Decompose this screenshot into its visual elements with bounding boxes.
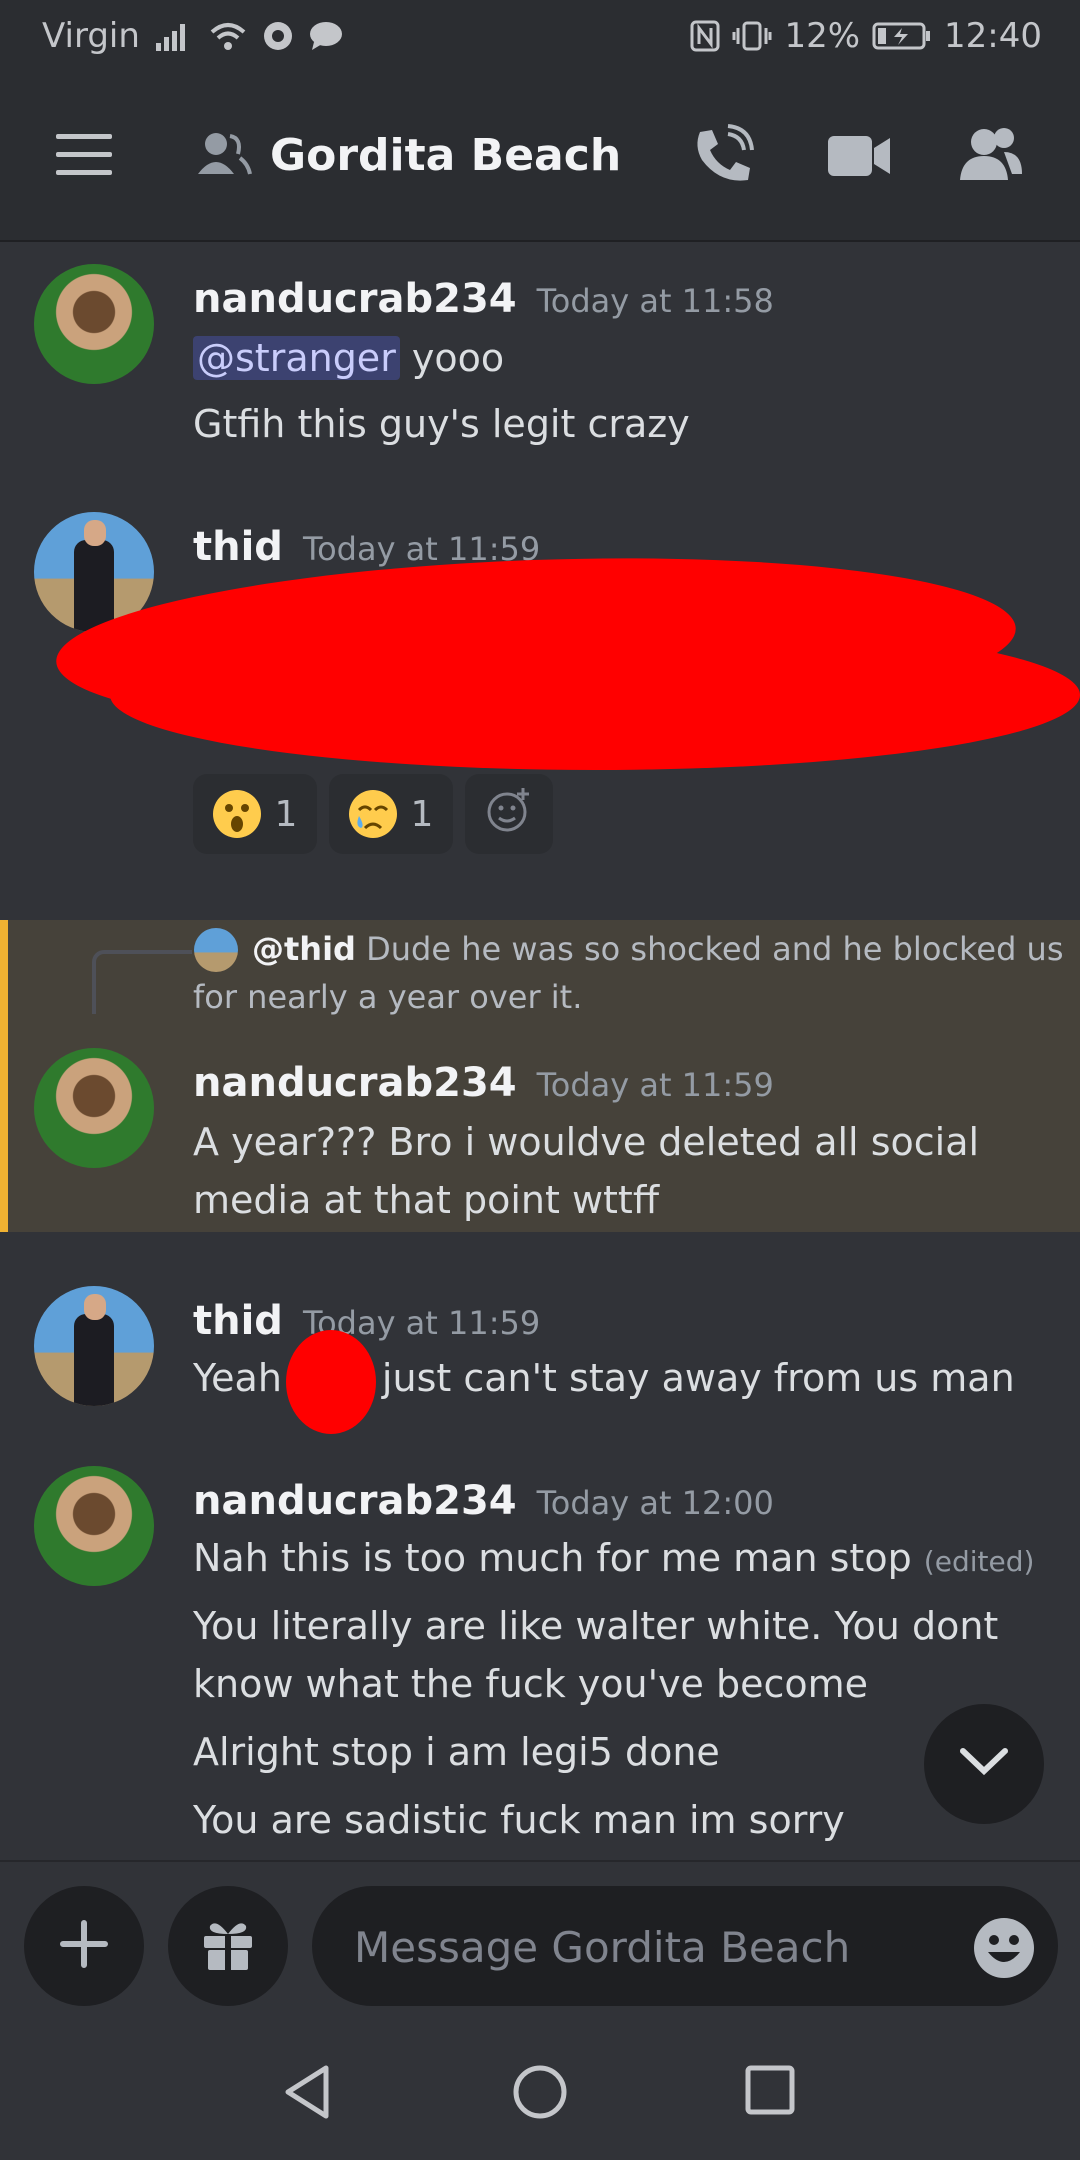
reaction-crying[interactable]: 1 [329,774,453,854]
reply-preview-line: for nearly a year over it. [193,978,583,1016]
reaction-count: 1 [274,793,298,835]
signal-icon [154,21,194,51]
user-mention[interactable]: @stranger [193,336,400,380]
reply-preview[interactable]: @thid Dude he was so shocked and he bloc… [252,930,1064,968]
edited-label: (edited) [923,1545,1035,1578]
message-text: Alright stop i am legi5 done [193,1730,720,1774]
channel-title: Gordita Beach [270,130,622,181]
message-username[interactable]: thid Today at 11:59 [193,1298,540,1344]
message-text: A year??? Bro i wouldve deleted all soci… [193,1120,980,1164]
chrome-icon [262,20,294,52]
message-text: You literally are like walter white. You… [193,1604,999,1648]
chat-notification-icon [308,20,344,52]
reply-connector [92,950,192,1014]
gift-icon [198,1916,258,1976]
message-username[interactable]: nanducrab234 Today at 12:00 [193,1478,774,1524]
message-text: media at that point wttff [193,1178,660,1222]
status-bar: Virgin 12% 12:40 [0,0,1080,72]
back-icon[interactable] [282,2064,332,2124]
avatar[interactable] [34,1048,154,1168]
reply-avatar[interactable] [194,928,238,972]
wifi-icon [208,20,248,52]
avatar[interactable] [34,264,154,384]
call-icon[interactable] [690,124,756,192]
message-username[interactable]: nanducrab234 Today at 11:58 [193,276,774,322]
battery-percent: 12% [784,16,861,56]
recents-icon[interactable] [744,2064,796,2120]
message-timestamp: Today at 12:00 [536,1484,774,1522]
reaction-astonished[interactable]: 1 [193,774,317,854]
video-icon[interactable] [826,124,892,192]
message-input-container[interactable] [312,1886,1058,2006]
message-text: know what the fuck you've become [193,1662,869,1706]
nfc-icon [690,20,720,52]
message-text: Nah this is too much for me man stop (ed… [193,1536,1035,1580]
carrier-label: Virgin [42,16,140,56]
plus-icon [59,1919,109,1973]
jump-to-present-button[interactable] [924,1704,1044,1824]
vibrate-icon [732,20,772,52]
reaction-count: 1 [410,793,434,835]
message-list[interactable]: nanducrab234 Today at 11:58 @stranger yoo… [0,240,1080,1860]
redaction-mark [110,620,1080,770]
crying-face-icon [348,790,397,838]
gift-button[interactable] [168,1886,288,2006]
members-icon[interactable] [958,124,1024,192]
battery-icon [872,21,932,51]
redaction-mark [286,1330,376,1434]
message-text: You are sadistic fuck man im sorry [193,1798,845,1842]
add-reaction-icon [485,786,533,843]
avatar[interactable] [34,1286,154,1406]
channel-header: Gordita Beach [0,72,1080,242]
android-nav-bar [0,2020,1080,2160]
astonished-face-icon [212,790,261,838]
message-text: @stranger yooo [193,336,504,380]
emoji-icon[interactable] [972,1916,1036,1984]
add-reaction-button[interactable] [465,774,553,854]
message-timestamp: Today at 11:58 [536,282,774,320]
avatar[interactable] [34,1466,154,1586]
message-timestamp: Today at 11:59 [536,1066,774,1104]
hamburger-icon[interactable] [56,134,112,178]
message-text: Gtfih this guy's legit crazy [193,402,690,446]
message-input[interactable] [352,1916,916,1978]
home-icon[interactable] [512,2064,568,2124]
group-dm-icon [196,130,252,182]
clock: 12:40 [944,16,1042,56]
chevron-down-icon [959,1747,1009,1781]
attach-button[interactable] [24,1886,144,2006]
reaction-bar: 1 1 [193,774,553,854]
message-username[interactable]: nanducrab234 Today at 11:59 [193,1060,774,1106]
